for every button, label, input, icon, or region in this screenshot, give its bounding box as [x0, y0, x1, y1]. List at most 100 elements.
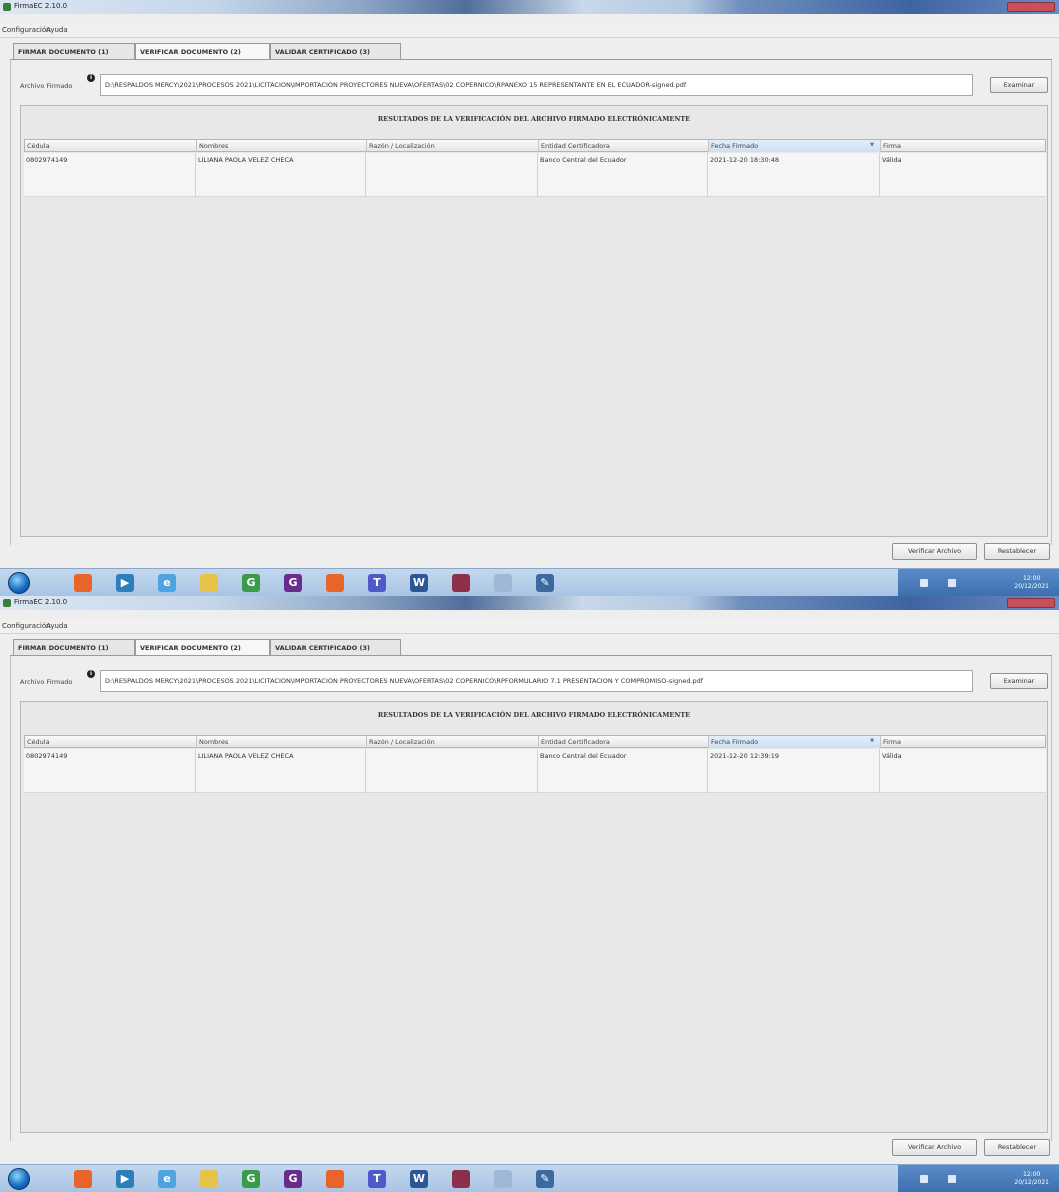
- tray-clock[interactable]: 12:00 20/12/2021: [1014, 575, 1049, 591]
- cell-fecha: 2021-12-20 18:30:48: [708, 153, 880, 197]
- cell-cedula: 0802974149: [24, 749, 196, 793]
- firmaec-window: FirmaEC 2.10.0 Configuración Ayuda FIRMA…: [0, 0, 1059, 596]
- window-titlebar: FirmaEC 2.10.0: [0, 0, 1059, 14]
- system-tray: 12:00 20/12/2021: [898, 1165, 1059, 1192]
- folder-icon[interactable]: [200, 1170, 218, 1188]
- notepad-icon[interactable]: [494, 1170, 512, 1188]
- column-header-firma[interactable]: Firma: [881, 736, 1045, 748]
- column-header-cedula[interactable]: Cédula: [25, 140, 197, 152]
- cell-firma: Válida: [882, 156, 902, 164]
- tab-firmar-documento[interactable]: FIRMAR DOCUMENTO (1): [13, 639, 135, 655]
- folder-icon[interactable]: [200, 574, 218, 592]
- tab-verificar-documento[interactable]: VERIFICAR DOCUMENTO (2): [135, 639, 270, 656]
- window-controls[interactable]: [1007, 598, 1055, 608]
- firefox-icon-2[interactable]: [326, 574, 344, 592]
- column-header-nombres[interactable]: Nombres: [197, 140, 367, 152]
- media-player-icon[interactable]: ▶: [116, 1170, 134, 1188]
- cell-firma: Válida: [882, 752, 902, 760]
- cell-entidad: Banco Central del Ecuador: [538, 749, 708, 793]
- firmaec-icon[interactable]: ✎: [536, 1170, 554, 1188]
- tab-validar-certificado[interactable]: VALIDAR CERTIFICADO (3): [270, 639, 401, 655]
- winrar-icon[interactable]: [452, 574, 470, 592]
- results-panel: RESULTADOS DE LA VERIFICACIÓN DEL ARCHIV…: [20, 105, 1048, 537]
- column-header-fecha[interactable]: Fecha Firmado ▼: [709, 140, 881, 152]
- window-controls[interactable]: [1007, 2, 1055, 12]
- windows-taskbar: ▶ e G G T W ✎ 12:00 20/12/2021: [0, 1164, 1059, 1192]
- teams-icon[interactable]: T: [368, 1170, 386, 1188]
- restablecer-button[interactable]: Restablecer: [984, 1139, 1050, 1156]
- cell-nombres: LILIANA PAOLA VELEZ CHECA: [196, 153, 366, 197]
- chrome-icon[interactable]: G: [242, 574, 260, 592]
- tray-flag-icon[interactable]: [920, 1175, 928, 1183]
- firmaec-window: FirmaEC 2.10.0 Configuración Ayuda FIRMA…: [0, 596, 1059, 1192]
- column-header-razon[interactable]: Razón / Localización: [367, 140, 539, 152]
- verificar-archivo-button[interactable]: Verificar Archivo: [892, 1139, 977, 1156]
- examinar-button[interactable]: Examinar: [990, 673, 1048, 689]
- firefox-icon[interactable]: [74, 574, 92, 592]
- column-header-fecha-label: Fecha Firmado: [711, 142, 759, 150]
- menu-ayuda[interactable]: Ayuda: [46, 622, 68, 630]
- column-header-firma[interactable]: Firma: [881, 140, 1045, 152]
- archivo-firmado-field[interactable]: [100, 670, 973, 692]
- menu-configuracion[interactable]: Configuración: [2, 26, 51, 34]
- results-title: RESULTADOS DE LA VERIFICACIÓN DEL ARCHIV…: [377, 711, 691, 719]
- ie-icon[interactable]: e: [158, 574, 176, 592]
- winrar-icon[interactable]: [452, 1170, 470, 1188]
- table-header: Cédula Nombres Razón / Localización Enti…: [24, 139, 1046, 152]
- cell-razon: [366, 749, 538, 793]
- ie-icon[interactable]: e: [158, 1170, 176, 1188]
- tray-network-icon[interactable]: [948, 579, 956, 587]
- tray-network-icon[interactable]: [948, 1175, 956, 1183]
- firefox-icon[interactable]: [74, 1170, 92, 1188]
- column-header-entidad[interactable]: Entidad Certificadora: [539, 140, 709, 152]
- column-header-cedula[interactable]: Cédula: [25, 736, 197, 748]
- start-button[interactable]: [8, 1168, 30, 1190]
- tab-firmar-documento[interactable]: FIRMAR DOCUMENTO (1): [13, 43, 135, 59]
- windows-taskbar: ▶ e G G T W ✎ 12:00 20/12/2021: [0, 568, 1059, 596]
- notepad-icon[interactable]: [494, 574, 512, 592]
- media-player-icon[interactable]: ▶: [116, 574, 134, 592]
- firmaec-app-icon: [3, 599, 11, 607]
- sort-descending-icon: ▼: [870, 738, 874, 744]
- word-icon[interactable]: W: [410, 1170, 428, 1188]
- teams-icon[interactable]: T: [368, 574, 386, 592]
- firefox-icon-2[interactable]: [326, 1170, 344, 1188]
- word-icon[interactable]: W: [410, 574, 428, 592]
- table-header: Cédula Nombres Razón / Localización Enti…: [24, 735, 1046, 748]
- cell-fecha: 2021-12-20 12:39:19: [708, 749, 880, 793]
- chrome-icon[interactable]: G: [242, 1170, 260, 1188]
- firmaec-icon[interactable]: ✎: [536, 574, 554, 592]
- menu-bar: Configuración Ayuda: [0, 24, 1059, 38]
- tab-verificar-documento[interactable]: VERIFICAR DOCUMENTO (2): [135, 43, 270, 60]
- tab-validar-certificado[interactable]: VALIDAR CERTIFICADO (3): [270, 43, 401, 59]
- info-icon[interactable]: i: [87, 74, 95, 82]
- results-title: RESULTADOS DE LA VERIFICACIÓN DEL ARCHIV…: [377, 115, 691, 123]
- verificar-archivo-button[interactable]: Verificar Archivo: [892, 543, 977, 560]
- cell-entidad: Banco Central del Ecuador: [538, 153, 708, 197]
- column-header-razon[interactable]: Razón / Localización: [367, 736, 539, 748]
- cell-nombres: LILIANA PAOLA VELEZ CHECA: [196, 749, 366, 793]
- archivo-firmado-label: Archivo Firmado: [20, 678, 73, 686]
- app-g-icon[interactable]: G: [284, 1170, 302, 1188]
- restablecer-button[interactable]: Restablecer: [984, 543, 1050, 560]
- clock-date: 20/12/2021: [1014, 1179, 1049, 1186]
- cell-razon: [366, 153, 538, 197]
- clock-time: 12:00: [1023, 1171, 1041, 1178]
- menu-bar: Configuración Ayuda: [0, 620, 1059, 634]
- column-header-fecha[interactable]: Fecha Firmado ▼: [709, 736, 881, 748]
- app-g-icon[interactable]: G: [284, 574, 302, 592]
- info-icon[interactable]: i: [87, 670, 95, 678]
- table-row[interactable]: 0802974149 LILIANA PAOLA VELEZ CHECA Ban…: [24, 153, 1046, 197]
- column-header-nombres[interactable]: Nombres: [197, 736, 367, 748]
- examinar-button[interactable]: Examinar: [990, 77, 1048, 93]
- start-button[interactable]: [8, 572, 30, 594]
- firmaec-app-icon: [3, 3, 11, 11]
- table-row[interactable]: 0802974149 LILIANA PAOLA VELEZ CHECA Ban…: [24, 749, 1046, 793]
- menu-configuracion[interactable]: Configuración: [2, 622, 51, 630]
- window-title: FirmaEC 2.10.0: [14, 2, 68, 10]
- archivo-firmado-field[interactable]: [100, 74, 973, 96]
- menu-ayuda[interactable]: Ayuda: [46, 26, 68, 34]
- column-header-entidad[interactable]: Entidad Certificadora: [539, 736, 709, 748]
- tray-flag-icon[interactable]: [920, 579, 928, 587]
- tray-clock[interactable]: 12:00 20/12/2021: [1014, 1171, 1049, 1187]
